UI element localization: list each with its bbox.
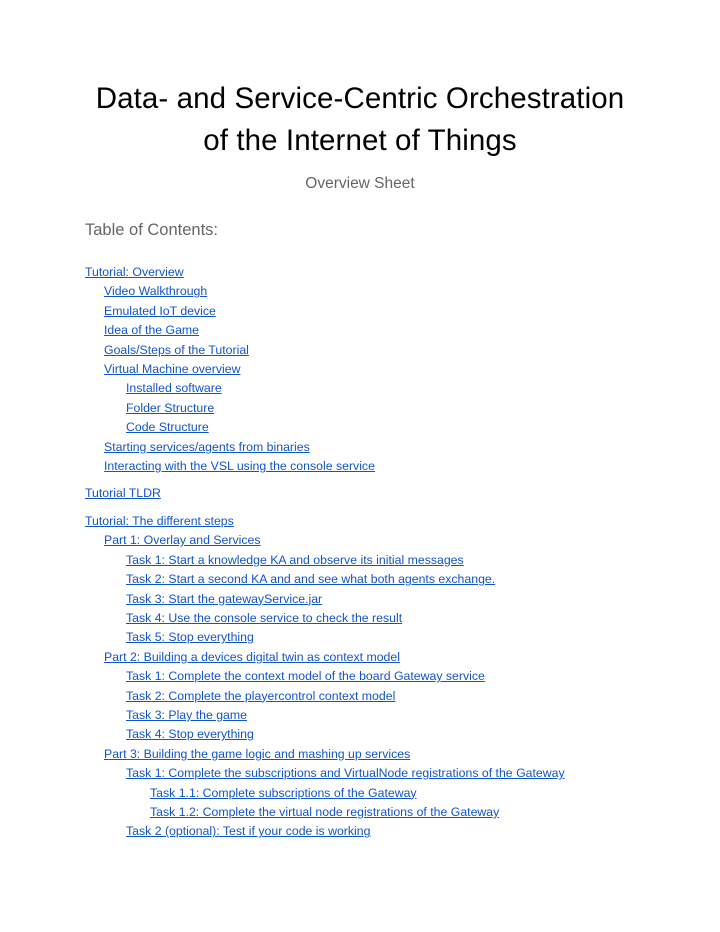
toc-link[interactable]: Task 1.2: Complete the virtual node regi… [150,805,499,819]
document-page: Data- and Service-Centric Orchestration … [0,0,720,932]
toc-entry: Part 2: Building a devices digital twin … [85,648,635,667]
table-of-contents-list: Tutorial: Overview Video Walkthrough Emula… [85,241,635,842]
toc-entry: Task 1: Start a knowledge KA and observe… [85,551,635,570]
toc-link[interactable]: Task 4: Use the console service to check… [126,611,402,625]
toc-entry: Task 1: Complete the context model of th… [85,667,635,686]
toc-link[interactable]: Task 1.1: Complete subscriptions of the … [150,786,417,800]
toc-entry: Part 1: Overlay and Services [85,531,635,550]
toc-entry: Part 3: Building the game logic and mash… [85,745,635,764]
toc-link[interactable]: Folder Structure [126,401,214,415]
toc-entry: Virtual Machine overview [85,360,635,379]
toc-link[interactable]: Starting services/agents from binaries [104,440,310,454]
toc-link[interactable]: Part 1: Overlay and Services [104,533,261,547]
toc-link[interactable]: Part 2: Building a devices digital twin … [104,650,400,664]
toc-link[interactable]: Task 3: Start the gatewayService.jar [126,592,322,606]
toc-entry: Tutorial: Overview [85,263,635,282]
toc-link[interactable]: Task 1: Start a knowledge KA and observe… [126,553,464,567]
toc-entry: Task 4: Use the console service to check… [85,609,635,628]
toc-link[interactable]: Virtual Machine overview [104,362,240,376]
toc-entry: Tutorial TLDR [85,484,635,503]
toc-entry: Task 1.1: Complete subscriptions of the … [85,784,635,803]
toc-entry: Task 2: Complete the playercontrol conte… [85,687,635,706]
toc-entry: Task 1.2: Complete the virtual node regi… [85,803,635,822]
table-of-contents-heading: Table of Contents: [85,221,218,239]
toc-link[interactable]: Goals/Steps of the Tutorial [104,343,249,357]
toc-entry: Tutorial: The different steps [85,512,635,531]
toc-link[interactable]: Video Walkthrough [104,284,207,298]
toc-entry: Installed software [85,379,635,398]
toc-link[interactable]: Task 2 (optional): Test if your code is … [126,824,370,838]
toc-entry: Emulated IoT device [85,302,635,321]
toc-entry: Task 3: Start the gatewayService.jar [85,590,635,609]
toc-link[interactable]: Task 5: Stop everything [126,630,254,644]
toc-entry: Task 2 (optional): Test if your code is … [85,822,635,841]
toc-link[interactable]: Interacting with the VSL using the conso… [104,459,375,473]
toc-entry: Task 1: Complete the subscriptions and V… [85,764,635,783]
page-title: Data- and Service-Centric Orchestration … [95,82,625,157]
toc-entry: Starting services/agents from binaries [85,438,635,457]
toc-entry: Interacting with the VSL using the conso… [85,457,635,476]
toc-link[interactable]: Emulated IoT device [104,304,216,318]
toc-link[interactable]: Task 1: Complete the subscriptions and V… [126,766,565,780]
page-subtitle: Overview Sheet [305,175,415,192]
toc-link[interactable]: Tutorial: Overview [85,265,184,279]
toc-link[interactable]: Tutorial: The different steps [85,514,234,528]
toc-link[interactable]: Tutorial TLDR [85,486,161,500]
toc-link[interactable]: Task 2: Complete the playercontrol conte… [126,689,395,703]
toc-entry: Task 3: Play the game [85,706,635,725]
toc-link[interactable]: Task 4: Stop everything [126,727,254,741]
toc-link[interactable]: Idea of the Game [104,323,199,337]
toc-link[interactable]: Part 3: Building the game logic and mash… [104,747,410,761]
toc-link[interactable]: Task 1: Complete the context model of th… [126,669,485,683]
toc-entry: Task 2: Start a second KA and and see wh… [85,570,635,589]
toc-entry: Task 5: Stop everything [85,628,635,647]
toc-link[interactable]: Code Structure [126,420,209,434]
toc-entry: Idea of the Game [85,321,635,340]
toc-entry: Code Structure [85,418,635,437]
toc-entry: Folder Structure [85,399,635,418]
toc-link[interactable]: Installed software [126,381,222,395]
toc-entry: Goals/Steps of the Tutorial [85,341,635,360]
toc-entry: Task 4: Stop everything [85,725,635,744]
toc-link[interactable]: Task 3: Play the game [126,708,247,722]
toc-link[interactable]: Task 2: Start a second KA and and see wh… [126,572,495,586]
toc-entry: Video Walkthrough [85,282,635,301]
